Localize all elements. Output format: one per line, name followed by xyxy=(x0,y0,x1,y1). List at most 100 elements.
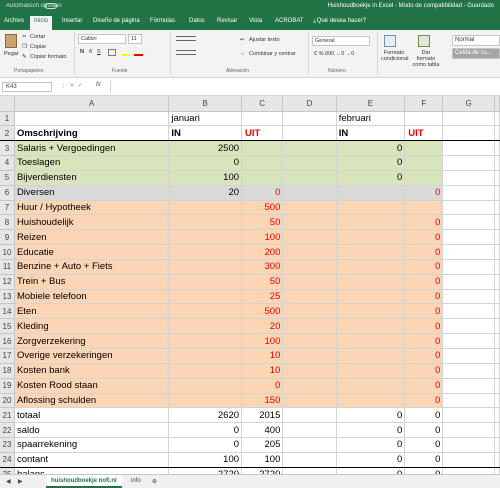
cell-g12[interactable] xyxy=(442,274,495,290)
cell-a18[interactable]: Kosten bank xyxy=(14,363,170,379)
cell-f25[interactable]: 0 xyxy=(404,467,444,474)
cell-e1[interactable]: februari xyxy=(336,111,406,127)
cell-b16[interactable] xyxy=(168,333,243,349)
tab-home[interactable]: Inicio xyxy=(30,16,53,30)
style-check-cell[interactable]: Celda de co... xyxy=(452,48,500,59)
merge-center-button[interactable]: Combinar y centrar xyxy=(249,51,296,57)
cell-c23[interactable]: 205 xyxy=(241,437,284,453)
cell-f7[interactable] xyxy=(404,200,444,216)
wrap-text-button[interactable]: Ajustar texto xyxy=(249,37,280,43)
row-header[interactable]: 20 xyxy=(0,393,15,409)
row-header[interactable]: 8 xyxy=(0,214,15,231)
cell-e7[interactable] xyxy=(336,200,406,216)
cell-g9[interactable] xyxy=(442,229,495,246)
cell-g13[interactable] xyxy=(442,289,495,305)
cell-f13[interactable]: 0 xyxy=(404,289,444,305)
cell-e11[interactable] xyxy=(336,259,406,275)
cell-d1[interactable] xyxy=(282,111,337,127)
cell-c22[interactable]: 400 xyxy=(241,422,284,439)
column-header-a[interactable]: A xyxy=(14,96,170,112)
sheet-tab-info[interactable]: info xyxy=(126,475,146,488)
cell-a16[interactable]: Zorgverzekering xyxy=(14,333,170,349)
cell-g4[interactable] xyxy=(442,155,495,171)
cell-g6[interactable] xyxy=(442,185,495,201)
function-icon[interactable]: fx xyxy=(96,82,101,88)
cell-c3[interactable] xyxy=(241,140,284,157)
number-format-dropdown[interactable]: General xyxy=(312,36,370,46)
cell-g16[interactable] xyxy=(442,333,495,349)
cell-e23[interactable]: 0 xyxy=(336,437,406,453)
cell-c10[interactable]: 200 xyxy=(241,244,284,260)
row-header[interactable]: 25 xyxy=(0,467,15,474)
cell-c16[interactable]: 100 xyxy=(241,333,284,349)
format-as-table-button[interactable]: Dar formato como tabla xyxy=(412,50,440,68)
paste-icon[interactable] xyxy=(5,34,17,48)
cell-f15[interactable]: 0 xyxy=(404,318,444,335)
cell-c15[interactable]: 20 xyxy=(241,318,284,335)
row-header[interactable]: 2 xyxy=(0,125,15,142)
cell-g2[interactable] xyxy=(442,125,495,142)
cell-c21[interactable]: 2015 xyxy=(241,407,284,424)
row-header[interactable]: 5 xyxy=(0,170,15,186)
cell-a13[interactable]: Mobiele telefoon xyxy=(14,289,170,305)
row-header[interactable]: 13 xyxy=(0,289,15,305)
cell-e16[interactable] xyxy=(336,333,406,349)
cell-e8[interactable] xyxy=(336,214,406,231)
cell-d4[interactable] xyxy=(282,155,337,171)
cell-g14[interactable] xyxy=(442,303,495,320)
cell-c8[interactable]: 50 xyxy=(241,214,284,231)
cell-c11[interactable]: 300 xyxy=(241,259,284,275)
align-top-icon[interactable] xyxy=(176,36,196,41)
name-box[interactable]: K43 xyxy=(2,82,52,92)
cell-d8[interactable] xyxy=(282,214,337,231)
sheet-prev-icon[interactable]: ◀ xyxy=(6,478,11,485)
cell-f2[interactable]: UIT xyxy=(404,125,444,142)
cell-f9[interactable]: 0 xyxy=(404,229,444,246)
cell-c1[interactable] xyxy=(241,111,284,127)
cell-c6[interactable]: 0 xyxy=(241,185,284,201)
cell-d17[interactable] xyxy=(282,348,337,364)
row-header[interactable]: 6 xyxy=(0,185,15,201)
row-header[interactable]: 23 xyxy=(0,437,15,453)
column-header-d[interactable]: D xyxy=(282,96,337,112)
italic-button[interactable]: K xyxy=(89,49,93,55)
cell-c7[interactable]: 500 xyxy=(241,200,284,216)
cell-d22[interactable] xyxy=(282,422,337,439)
cell-e24[interactable]: 0 xyxy=(336,452,406,468)
cell-c9[interactable]: 100 xyxy=(241,229,284,246)
cell-c24[interactable]: 100 xyxy=(241,452,284,468)
tab-formulas[interactable]: Fórmulas xyxy=(150,18,175,24)
cell-g21[interactable] xyxy=(442,407,495,424)
cell-b17[interactable] xyxy=(168,348,243,364)
cell-d7[interactable] xyxy=(282,200,337,216)
row-header[interactable]: 22 xyxy=(0,422,15,439)
cell-b25[interactable]: 2720 xyxy=(168,467,243,474)
cell-d25[interactable] xyxy=(282,467,337,474)
column-header-e[interactable]: E xyxy=(336,96,406,112)
cell-d9[interactable] xyxy=(282,229,337,246)
cell-d20[interactable] xyxy=(282,393,337,409)
cell-b22[interactable]: 0 xyxy=(168,422,243,439)
column-header-b[interactable]: B xyxy=(168,96,243,112)
cell-b11[interactable] xyxy=(168,259,243,275)
select-all-corner[interactable] xyxy=(0,96,15,112)
cell-a3[interactable]: Salaris + Vergoedingen xyxy=(14,140,170,157)
cell-d19[interactable] xyxy=(282,378,337,394)
cell-c18[interactable]: 10 xyxy=(241,363,284,379)
cell-a11[interactable]: Benzine + Auto + Fiets xyxy=(14,259,170,275)
cell-e15[interactable] xyxy=(336,318,406,335)
row-header[interactable]: 14 xyxy=(0,303,15,320)
cell-d6[interactable] xyxy=(282,185,337,201)
cell-b24[interactable]: 100 xyxy=(168,452,243,468)
cell-e9[interactable] xyxy=(336,229,406,246)
tab-data[interactable]: Datos xyxy=(189,18,205,24)
row-header[interactable]: 11 xyxy=(0,259,15,275)
cell-b2[interactable]: IN xyxy=(168,125,243,142)
cell-d15[interactable] xyxy=(282,318,337,335)
cell-d11[interactable] xyxy=(282,259,337,275)
row-header[interactable]: 18 xyxy=(0,363,15,379)
column-header-g[interactable]: G xyxy=(442,96,495,112)
cell-a9[interactable]: Reizen xyxy=(14,229,170,246)
cell-g22[interactable] xyxy=(442,422,495,439)
cell-g7[interactable] xyxy=(442,200,495,216)
